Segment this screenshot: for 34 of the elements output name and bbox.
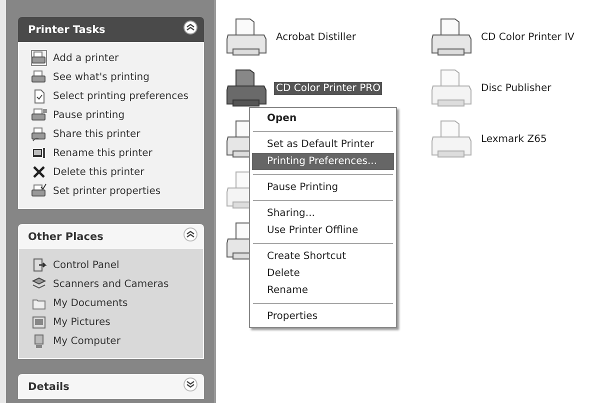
panel-title: Other Places	[28, 230, 104, 242]
printer-name[interactable]: CD Color Printer IV	[479, 31, 576, 44]
menu-item[interactable]: Set as Default Printer	[252, 136, 394, 153]
task-link[interactable]: My Documents	[31, 295, 197, 311]
task-link[interactable]: Select printing preferences	[31, 88, 197, 104]
panel-title: Printer Tasks	[28, 24, 106, 36]
menu-item[interactable]: Open	[252, 110, 394, 127]
panel-header[interactable]: Printer Tasks	[18, 17, 204, 42]
task-link[interactable]: Delete this printer	[31, 164, 197, 180]
panel-header[interactable]: Other Places	[18, 224, 204, 249]
menu-item[interactable]: Rename	[252, 282, 394, 299]
menu-item[interactable]: Use Printer Offline	[252, 222, 394, 239]
menu-item[interactable]: Create Shortcut	[252, 248, 394, 265]
panel-title: Details	[28, 380, 70, 392]
task-link[interactable]: Share this printer	[31, 126, 197, 142]
task-link[interactable]: Control Panel	[31, 257, 197, 273]
printer-name[interactable]: CD Color Printer PRO	[274, 82, 382, 95]
menu-item[interactable]: Printing Preferences...	[252, 153, 394, 170]
task-link[interactable]: Add a printer	[31, 50, 197, 66]
menu-item[interactable]: Sharing...	[252, 205, 394, 222]
menu-item[interactable]: Properties	[252, 308, 394, 325]
task-link[interactable]: Pause printing	[31, 107, 197, 123]
task-link[interactable]: See what's printing	[31, 69, 197, 85]
menu-item[interactable]: Delete	[252, 265, 394, 282]
printer-name[interactable]: Lexmark Z65	[479, 133, 549, 146]
printer-name[interactable]: Acrobat Distiller	[274, 31, 358, 44]
task-link[interactable]: My Pictures	[31, 314, 197, 330]
task-link[interactable]: Scanners and Cameras	[31, 276, 197, 292]
task-link[interactable]: Set printer properties	[31, 183, 197, 199]
printer-name[interactable]: Disc Publisher	[479, 82, 554, 95]
panel-header[interactable]: Details	[18, 374, 204, 399]
menu-item[interactable]: Pause Printing	[252, 179, 394, 196]
task-link[interactable]: Rename this printer	[31, 145, 197, 161]
task-link[interactable]: My Computer	[31, 333, 197, 349]
